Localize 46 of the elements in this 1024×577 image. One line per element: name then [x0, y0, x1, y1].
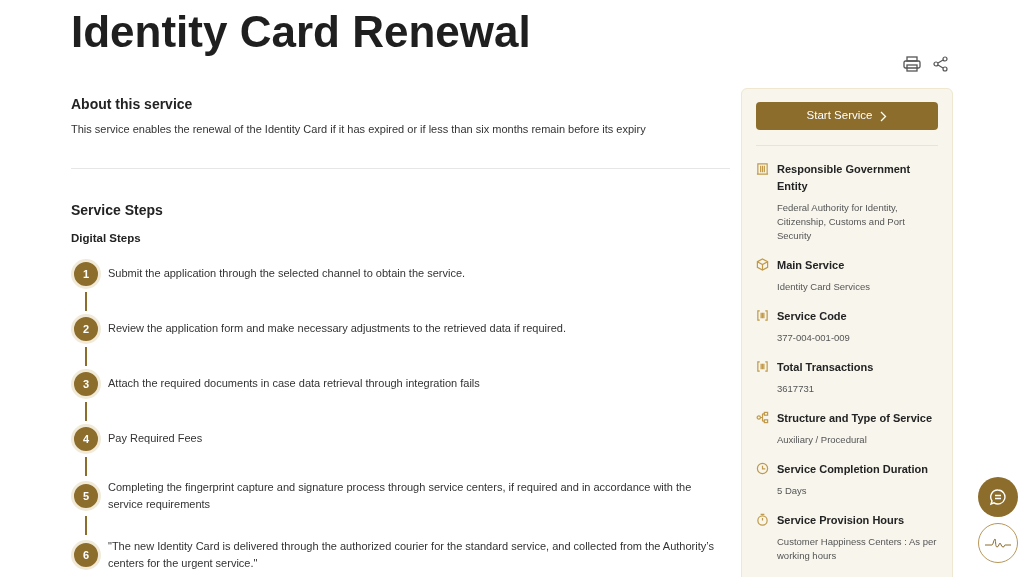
- step-text: Completing the fingerprint capture and signature process through service centers, if required and in accordance with the service requirements: [108, 479, 693, 512]
- print-icon[interactable]: [903, 56, 921, 72]
- service-description: This service enables the renewal of the Identity Card if it has expired or if less than six months remain before its expiry: [71, 122, 646, 137]
- chat-button[interactable]: [978, 477, 1018, 517]
- subsection-heading: Digital Steps: [71, 230, 141, 246]
- step-text: "The new Identity Card is delivered through the authorized courier for the standard service, and collected from the Authority’s centers for the urgent service.": [108, 538, 715, 571]
- box-icon: [756, 258, 769, 271]
- code-icon: [756, 309, 769, 322]
- building-icon: [756, 162, 769, 175]
- info-value: Auxiliary / Procedural: [777, 433, 868, 447]
- info-label: Service Completion Duration: [777, 462, 928, 477]
- info-value: Customer Happiness Centers : As per working hours: [777, 535, 938, 563]
- structure-icon: [756, 411, 769, 424]
- chevron-icon: [880, 110, 888, 122]
- info-value: 3617731: [777, 382, 815, 396]
- section-heading: About this service: [71, 95, 193, 114]
- squiggle-icon: [984, 537, 1012, 549]
- step-text: Review the application form and make necessary adjustments to the retrieved data if required.: [108, 321, 567, 337]
- share-icon[interactable]: [933, 56, 949, 72]
- info-label: Total Transactions: [777, 360, 874, 375]
- step-text: Submit the application through the selected channel to obtain the service.: [108, 266, 467, 282]
- step-number: 1: [71, 258, 101, 289]
- step-number: 2: [71, 313, 101, 344]
- info-value: Federal Authority for Identity, Citizenship, Customs and Port Security: [777, 201, 906, 243]
- assistant-button[interactable]: [978, 523, 1018, 563]
- code-icon: [756, 360, 769, 373]
- info-label: Service Code: [777, 309, 848, 324]
- info-value: 5 Days: [777, 484, 808, 498]
- step-number: 3: [71, 368, 101, 399]
- step-number: 4: [71, 423, 101, 454]
- clock-icon: [756, 462, 769, 475]
- timer-icon: [756, 513, 769, 526]
- info-value: Identity Card Services: [777, 280, 870, 294]
- info-label: Structure and Type of Service: [777, 411, 933, 426]
- info-label: Main Service: [777, 258, 846, 273]
- step-text: Attach the required documents in case data retrieval through integration fails: [108, 376, 481, 392]
- info-value: 377-004-001-009: [777, 331, 850, 345]
- step-number: 5: [71, 480, 101, 511]
- start-service-button[interactable]: Start Service: [756, 102, 938, 130]
- section-heading: Service Steps: [71, 200, 163, 220]
- info-label: Responsible Government Entity: [777, 162, 912, 194]
- info-label: Service Provision Hours: [777, 513, 906, 528]
- step-text: Pay Required Fees: [108, 431, 204, 447]
- page-title: Identity Card Renewal: [71, 6, 531, 58]
- step-number: 6: [71, 539, 101, 570]
- chat-icon: [989, 488, 1007, 506]
